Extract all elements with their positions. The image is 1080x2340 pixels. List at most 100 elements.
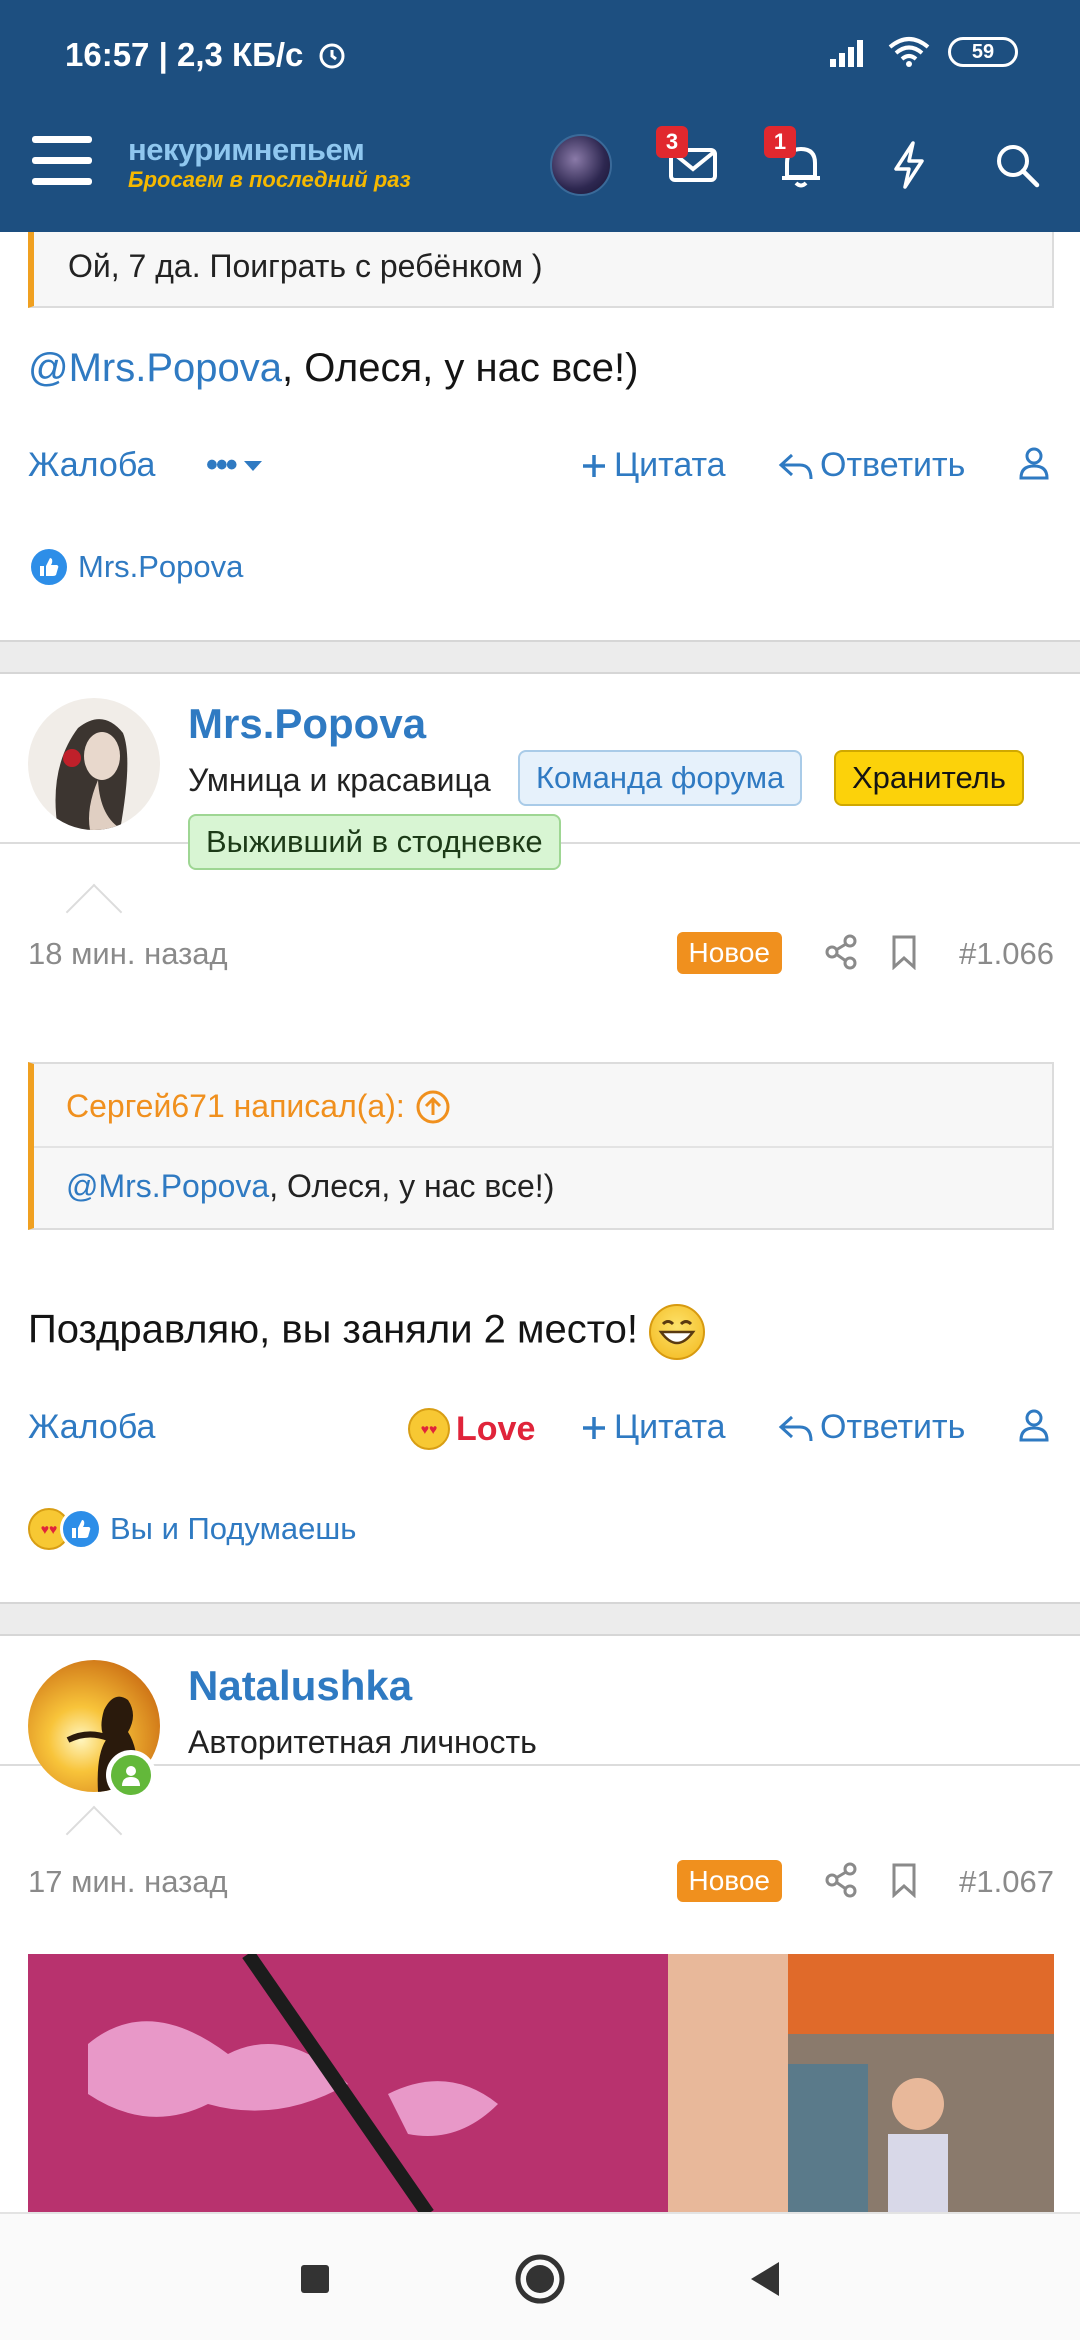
grinning-emoji-icon: [649, 1304, 706, 1360]
user-banner-team: Команда форума: [518, 750, 803, 806]
messages-badge: 3: [656, 126, 688, 158]
reply-label: Ответить: [820, 1408, 966, 1446]
more-dots: •••: [206, 446, 238, 484]
user-mention-link[interactable]: @Mrs.Popova: [28, 346, 282, 390]
user-icon: [1019, 447, 1049, 480]
reactions-users[interactable]: Mrs.Popova: [78, 549, 243, 585]
profile-button[interactable]: [1018, 446, 1050, 480]
post-photo[interactable]: [28, 1954, 1054, 2212]
avatar: [550, 134, 612, 196]
wifi-icon: [888, 37, 930, 67]
post-actions: Жалоба ♥♥ Love Цитата Ответить: [28, 1400, 1054, 1460]
arrow-up-circle-icon: [416, 1090, 450, 1123]
reaction-icons: ♥♥: [28, 1508, 102, 1550]
quote-button[interactable]: Цитата: [580, 446, 726, 485]
user-icon: [1019, 1409, 1049, 1442]
post-time[interactable]: 18 мин. назад: [28, 936, 228, 972]
new-badge: Новое: [676, 1860, 782, 1902]
status-speed: 2,3 КБ/с: [176, 36, 304, 73]
status-time: 16:57: [65, 36, 150, 73]
quote-author: Сергей671 написал(а):: [66, 1088, 405, 1124]
thread-content: Ой, 7 да. Поиграть с ребёнком ) @Mrs.Pop…: [0, 232, 1080, 2212]
post-time[interactable]: 17 мин. назад: [28, 1864, 228, 1900]
love-label: Love: [456, 1409, 536, 1448]
menu-icon[interactable]: [32, 136, 92, 196]
reply-icon: [778, 453, 813, 479]
quote-header[interactable]: Сергей671 написал(а):: [66, 1088, 451, 1125]
post-number[interactable]: #1.067: [959, 1864, 1054, 1900]
reactions-bar[interactable]: Mrs.Popova: [28, 546, 243, 588]
alerts-badge: 1: [764, 126, 796, 158]
quote-button[interactable]: Цитата: [580, 1408, 726, 1447]
search-icon: [997, 145, 1040, 188]
logo-slogan: Бросаем в последний раз: [128, 167, 411, 192]
lightning-icon: [894, 141, 924, 189]
plus-icon: [583, 1416, 605, 1439]
post-separator: [0, 1602, 1080, 1636]
post-message: @Mrs.Popova, Олеся, у нас все!): [28, 346, 638, 391]
user-banner-survivor: Выживший в стодневке: [188, 814, 561, 870]
avatar[interactable]: [28, 698, 160, 830]
user-avatar-button[interactable]: [546, 130, 616, 200]
search-button[interactable]: [982, 130, 1052, 200]
back-button[interactable]: [730, 2244, 800, 2314]
post-user-block: Mrs.Popova Умница и красавица Команда фо…: [0, 676, 1080, 870]
post-meta: 18 мин. назад Новое #1.066: [28, 926, 1054, 982]
system-nav-bar: [0, 2212, 1080, 2340]
status-right: 59: [828, 36, 1018, 68]
quote-block: Сергей671 написал(а): @Mrs.Popova, Олеся…: [28, 1062, 1054, 1230]
quote-text: @Mrs.Popova, Олеся, у нас все!): [66, 1168, 554, 1205]
more-actions-button[interactable]: •••: [206, 446, 264, 485]
message-text: Поздравляю, вы заняли 2 место!: [28, 1307, 638, 1352]
signal-icon: [830, 40, 863, 67]
heart-eyes-icon: ♥♥: [408, 1408, 450, 1450]
messages-button[interactable]: 3: [656, 126, 728, 200]
bookmark-icon[interactable]: [890, 1862, 918, 1898]
logo-title: некуримнепьем: [128, 132, 365, 167]
reply-button[interactable]: Ответить: [778, 446, 965, 485]
quote-rest: , Олеся, у нас все!): [269, 1168, 555, 1204]
post-actions: Жалоба ••• Цитата Ответить: [28, 438, 1054, 498]
share-icon[interactable]: [824, 934, 858, 970]
quote-block: Ой, 7 да. Поиграть с ребёнком ): [28, 232, 1054, 308]
post-message: Поздравляю, вы заняли 2 место!: [28, 1304, 706, 1360]
whats-new-button[interactable]: [874, 130, 944, 200]
post-separator: [0, 640, 1080, 674]
top-bar: 16:57 | 2,3 КБ/с 59 некуримнепьем Бросае…: [0, 0, 1080, 232]
report-link[interactable]: Жалоба: [28, 1408, 155, 1447]
reactions-users[interactable]: Вы и Подумаешь: [110, 1511, 356, 1547]
reply-button[interactable]: Ответить: [778, 1408, 965, 1447]
message-text: , Олеся, у нас все!): [282, 346, 639, 390]
share-icon[interactable]: [824, 1862, 858, 1898]
quote-label: Цитата: [614, 1408, 726, 1446]
reply-label: Ответить: [820, 446, 966, 484]
new-badge: Новое: [676, 932, 782, 974]
quote-divider: [34, 1146, 1052, 1148]
username-link[interactable]: Natalushka: [188, 1662, 412, 1710]
love-reaction-button[interactable]: ♥♥ Love: [408, 1408, 535, 1450]
reply-icon: [778, 1415, 813, 1441]
online-status-icon: [106, 1750, 156, 1800]
quote-label: Цитата: [614, 446, 726, 484]
user-mention-link[interactable]: @Mrs.Popova: [66, 1168, 269, 1204]
bookmark-icon[interactable]: [890, 934, 918, 970]
status-time-speed: 16:57 | 2,3 КБ/с: [65, 36, 347, 74]
alerts-button[interactable]: 1: [764, 126, 836, 200]
alarm-icon: [319, 43, 345, 69]
post-user-block: Natalushka Авторитетная личность: [0, 1638, 1080, 1800]
reactions-bar[interactable]: ♥♥ Вы и Подумаешь: [28, 1508, 356, 1550]
square-icon: [301, 2265, 329, 2293]
report-link[interactable]: Жалоба: [28, 446, 155, 485]
post-number[interactable]: #1.066: [959, 936, 1054, 972]
chevron-down-icon: [243, 460, 262, 471]
site-logo[interactable]: некуримнепьем Бросаем в последний раз: [128, 134, 411, 191]
profile-button[interactable]: [1018, 1408, 1050, 1442]
back-triangle-icon: [751, 2262, 779, 2296]
username-link[interactable]: Mrs.Popova: [188, 700, 426, 748]
thumbs-up-icon: [28, 546, 70, 588]
status-bar: 16:57 | 2,3 КБ/с 59: [0, 0, 1080, 116]
home-button[interactable]: [505, 2244, 575, 2314]
recents-button[interactable]: [280, 2244, 350, 2314]
user-title: Умница и красавица: [188, 762, 491, 798]
battery-icon: 59: [948, 37, 1018, 67]
